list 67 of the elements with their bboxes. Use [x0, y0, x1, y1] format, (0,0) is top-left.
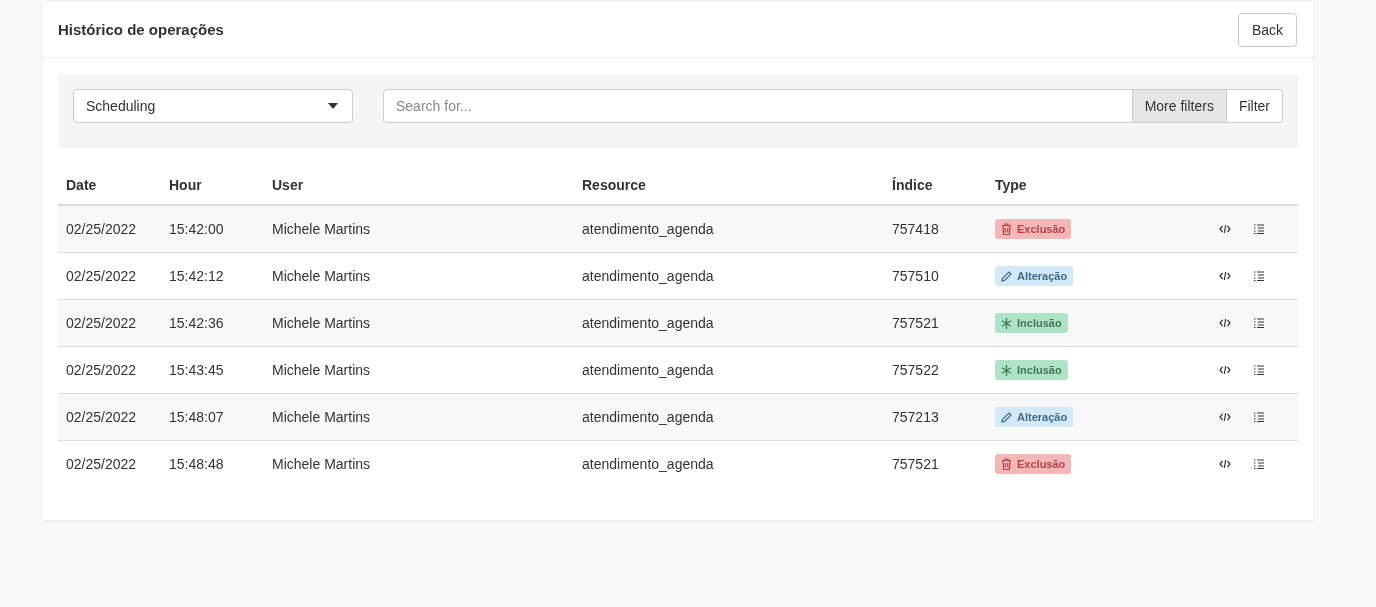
operation-type-badge: Exclusão — [995, 454, 1072, 474]
table-cell-text: 15:48:07 — [169, 409, 225, 425]
table-cell-text: 757521 — [892, 456, 940, 472]
table-cell-text: 757510 — [892, 268, 940, 284]
trash-icon — [1001, 223, 1012, 235]
search-field[interactable]: Search for... — [383, 89, 1133, 123]
operation-type-badge: Exclusão — [995, 219, 1072, 239]
pencil-icon — [1001, 270, 1012, 282]
code-icon[interactable] — [1219, 365, 1231, 375]
more-filters-button[interactable]: More filters — [1132, 89, 1227, 123]
operation-type-badge: Inclusão — [995, 360, 1068, 380]
column-header: Type — [995, 177, 1028, 193]
table-cell-text: 02/25/2022 — [66, 315, 138, 331]
table-cell-text: 757521 — [892, 315, 940, 331]
column-header: Hour — [169, 177, 203, 193]
operation-type-badge: Alteração — [995, 266, 1074, 286]
column-header: Resource — [582, 177, 647, 193]
code-icon[interactable] — [1219, 412, 1231, 422]
pencil-icon — [1001, 411, 1012, 423]
asterisk-icon — [1001, 317, 1012, 329]
code-icon[interactable] — [1219, 271, 1231, 281]
code-icon[interactable] — [1219, 318, 1231, 328]
operation-type-badge: Alteração — [995, 407, 1074, 427]
table-cell-text: Michele Martins — [272, 409, 372, 425]
table-cell-text: 02/25/2022 — [66, 221, 138, 237]
table-cell-text: 02/25/2022 — [66, 409, 138, 425]
code-icon[interactable] — [1219, 459, 1231, 469]
resource-select[interactable]: Scheduling — [73, 89, 353, 123]
table-cell-text: 757418 — [892, 221, 940, 237]
list-icon[interactable] — [1253, 412, 1265, 422]
column-header: User — [272, 177, 305, 193]
table-cell-text: 15:42:36 — [169, 315, 225, 331]
table-cell-text: 15:42:12 — [169, 268, 225, 284]
table-cell-text: 02/25/2022 — [66, 456, 138, 472]
list-icon[interactable] — [1253, 459, 1265, 469]
filter-button[interactable]: Filter — [1226, 89, 1283, 123]
table-cell-text: atendimento_agenda — [582, 221, 715, 237]
list-icon[interactable] — [1253, 224, 1265, 234]
table-cell-text: Michele Martins — [272, 456, 372, 472]
table-cell-text: Michele Martins — [272, 221, 372, 237]
operation-type-badge: Inclusão — [995, 313, 1068, 333]
table-cell-text: Michele Martins — [272, 268, 372, 284]
table-cell-text: Michele Martins — [272, 362, 372, 378]
list-icon[interactable] — [1253, 271, 1265, 281]
trash-icon — [1001, 458, 1012, 470]
table-cell-text: atendimento_agenda — [582, 362, 715, 378]
table-cell-text: Michele Martins — [272, 315, 372, 331]
column-header: Índice — [892, 177, 934, 193]
list-icon[interactable] — [1253, 365, 1265, 375]
caret-icon — [328, 103, 338, 109]
table-cell-text: 757213 — [892, 409, 940, 425]
table-cell-text: atendimento_agenda — [582, 456, 715, 472]
column-header: Date — [66, 177, 98, 193]
list-icon[interactable] — [1253, 318, 1265, 328]
table-cell-text: 02/25/2022 — [66, 268, 138, 284]
page-title: Histórico de operações — [58, 21, 224, 38]
table-cell-text: atendimento_agenda — [582, 409, 715, 425]
asterisk-icon — [1001, 364, 1012, 376]
back-button[interactable]: Back — [1237, 12, 1297, 47]
table-cell-text: atendimento_agenda — [582, 315, 715, 331]
table-cell-text: atendimento_agenda — [582, 268, 715, 284]
table-cell-text: 15:42:00 — [169, 221, 225, 237]
code-icon[interactable] — [1219, 224, 1231, 234]
table-cell-text: 02/25/2022 — [66, 362, 138, 378]
table-cell-text: 15:48:48 — [169, 456, 225, 472]
table-cell-text: 15:43:45 — [169, 362, 225, 378]
table-cell-text: 757522 — [892, 362, 940, 378]
